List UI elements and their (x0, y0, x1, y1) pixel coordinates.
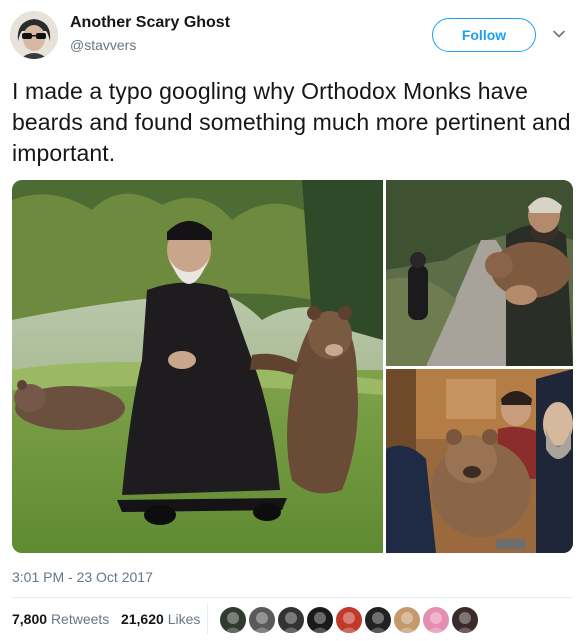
liker-avatar[interactable] (277, 606, 305, 634)
tweet-header: Another Scary Ghost @stavvers Follow (0, 0, 585, 70)
likes-label: Likes (167, 611, 201, 627)
liker-avatar[interactable] (451, 606, 479, 634)
media-grid (12, 180, 573, 553)
liker-avatar[interactable] (248, 606, 276, 634)
follow-button[interactable]: Follow (432, 18, 536, 52)
stats-separator (207, 604, 208, 634)
tweet-text: I made a typo googling why Orthodox Monk… (12, 78, 571, 166)
liker-avatar[interactable] (422, 606, 450, 634)
user-handle[interactable]: @stavvers (70, 37, 136, 53)
tweet-timestamp[interactable]: 3:01 PM - 23 Oct 2017 (12, 569, 153, 585)
photo-monk-with-bears[interactable] (12, 180, 383, 553)
photo-monk-on-road[interactable] (386, 180, 573, 366)
avatar[interactable] (10, 11, 58, 59)
retweets-count: 7,800 (12, 611, 48, 627)
retweets-label: Retweets (50, 611, 110, 627)
likes-count: 21,620 (120, 611, 164, 627)
liker-avatar[interactable] (335, 606, 363, 634)
liker-avatar[interactable] (219, 606, 247, 634)
divider (12, 597, 573, 598)
liker-avatar[interactable] (364, 606, 392, 634)
tweet-stats: 7,800 Retweets 21,620 Likes (12, 611, 200, 627)
liker-avatar[interactable] (393, 606, 421, 634)
chevron-down-icon[interactable] (552, 27, 566, 41)
photo-men-with-bear[interactable] (386, 369, 573, 553)
retweets-stat[interactable]: 7,800 Retweets (12, 611, 109, 627)
display-name[interactable]: Another Scary Ghost (70, 14, 230, 32)
likes-stat[interactable]: 21,620 Likes (121, 611, 200, 627)
liker-avatar[interactable] (306, 606, 334, 634)
